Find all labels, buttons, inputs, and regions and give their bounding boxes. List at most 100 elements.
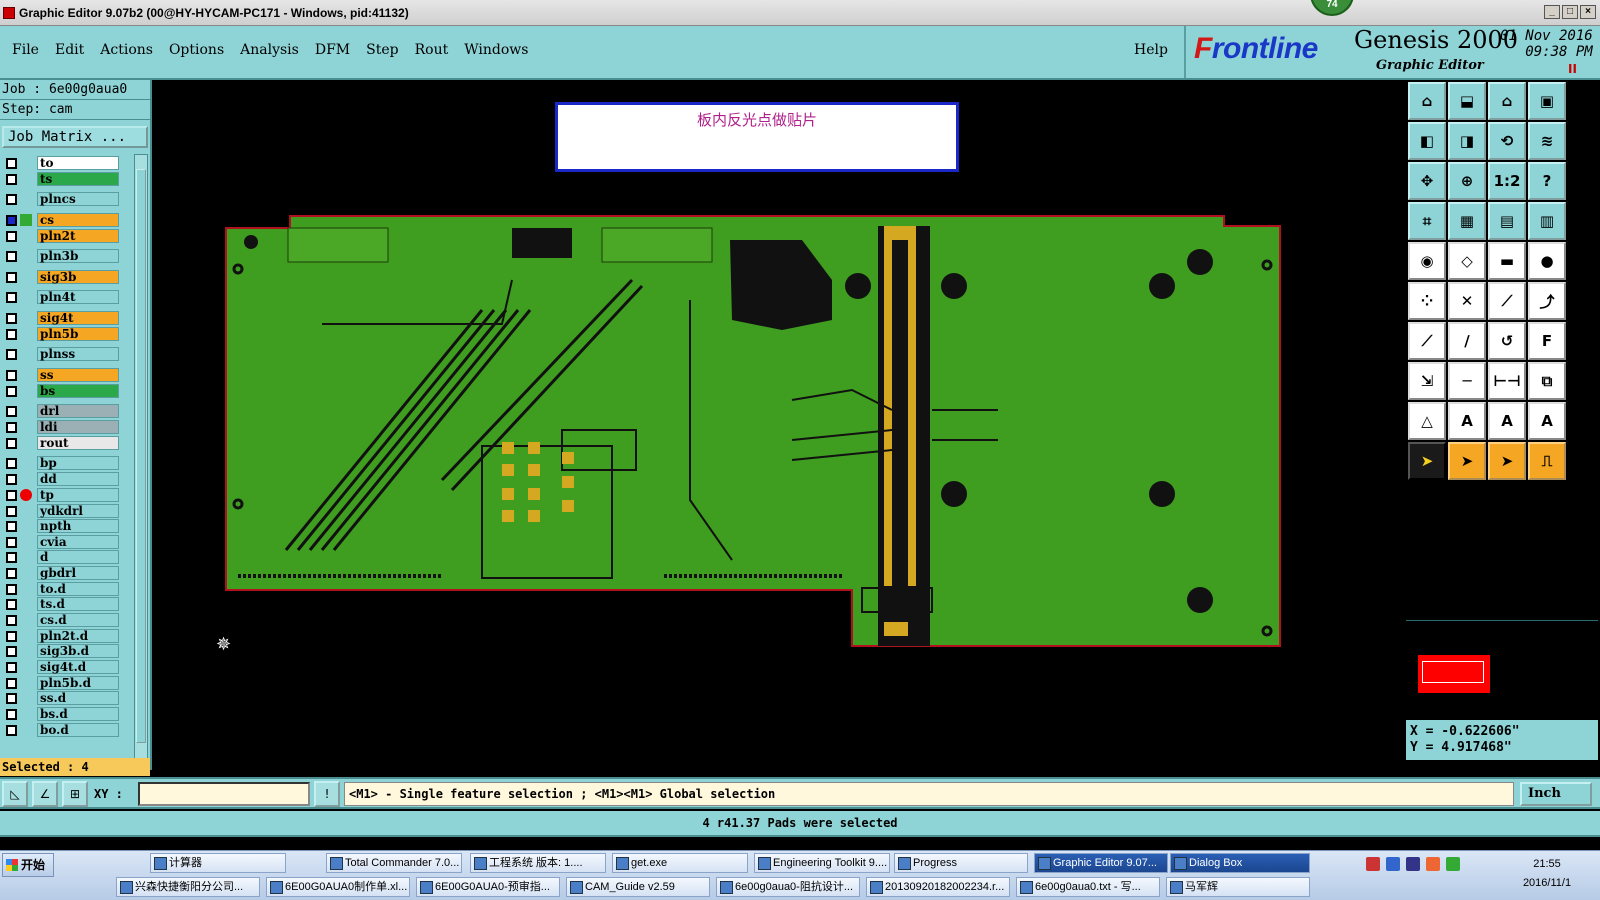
layer-checkbox[interactable] [6, 724, 17, 736]
layer-row-ts-d[interactable]: ts.d [2, 597, 120, 611]
dimension-icon[interactable]: ⊢⊣ [1488, 362, 1526, 400]
snap-icon[interactable]: ◺ [2, 781, 28, 807]
layer-scrollbar[interactable] [134, 154, 148, 762]
layer-name[interactable]: sig4t [37, 311, 119, 325]
task-notepad[interactable]: 6e00g0aua0.txt - 写... [1016, 877, 1160, 897]
layer-row-ss-d[interactable]: ss.d [2, 691, 120, 705]
layer-name[interactable]: plnss [37, 347, 119, 361]
tray-network-icon[interactable] [1386, 857, 1400, 871]
undo-arc-icon[interactable]: ↺ [1488, 322, 1526, 360]
circle-icon[interactable]: ● [1528, 242, 1566, 280]
menu-actions[interactable]: Actions [92, 42, 161, 58]
layer-row-pln2t[interactable]: pln2t [2, 229, 120, 243]
layer-name[interactable]: pln4t [37, 290, 119, 304]
minimize-button[interactable]: _ [1544, 5, 1560, 19]
layer-name[interactable]: pln5b [37, 327, 119, 341]
graphic-canvas[interactable]: 板内反光点做贴片 ✵ [152, 80, 1406, 760]
pointer-icon[interactable]: ➤ [1408, 442, 1446, 480]
layer-checkbox[interactable] [6, 193, 17, 205]
layer-row-pln3b[interactable]: pln3b [2, 249, 120, 263]
route-icon[interactable]: ⎍ [1528, 442, 1566, 480]
pan-left-icon[interactable]: ◧ [1408, 122, 1446, 160]
tray-bluetooth-icon[interactable] [1406, 857, 1420, 871]
layer-name[interactable]: pln3b [37, 249, 119, 263]
layer-row-bs[interactable]: bs [2, 384, 120, 398]
layer-name[interactable]: bs [37, 384, 119, 398]
layer-row-cs[interactable]: cs [2, 213, 120, 227]
layer-row-to-d[interactable]: to.d [2, 582, 120, 596]
job-matrix-button[interactable]: Job Matrix ... [2, 126, 148, 148]
layer-row-sig4t-d[interactable]: sig4t.d [2, 660, 120, 674]
layer-checkbox[interactable] [6, 598, 17, 610]
menu-file[interactable]: File [4, 42, 47, 58]
menu-rout[interactable]: Rout [407, 42, 457, 58]
layer-name[interactable]: bo.d [37, 723, 119, 737]
layer-row-gbdrl[interactable]: gbdrl [2, 566, 120, 580]
layer-checkbox[interactable] [6, 214, 17, 226]
angle-icon[interactable]: ∠ [32, 781, 58, 807]
layer-row-to[interactable]: to [2, 156, 120, 170]
layer-checkbox[interactable] [6, 505, 17, 517]
layer-name[interactable]: d [37, 550, 119, 564]
task-cam-guide[interactable]: CAM_Guide v2.59 [566, 877, 710, 897]
copy-icon[interactable]: ⧉ [1528, 362, 1566, 400]
menu-analysis[interactable]: Analysis [232, 42, 307, 58]
draw-diagonal-icon[interactable]: ∕ [1448, 322, 1486, 360]
fit-icon[interactable]: ✥ [1408, 162, 1446, 200]
layer-checkbox[interactable] [6, 369, 17, 381]
scroll-thumb[interactable] [136, 169, 146, 743]
layer-checkbox[interactable] [6, 473, 17, 485]
layer-row-ss[interactable]: ss [2, 368, 120, 382]
task-graphic-editor[interactable]: Graphic Editor 9.07... [1034, 853, 1168, 873]
draw-line-icon[interactable]: ⟋ [1408, 322, 1446, 360]
layer-name[interactable]: pln5b.d [37, 676, 119, 690]
cross-icon[interactable]: ✕ [1448, 282, 1486, 320]
font-a-icon[interactable]: A [1448, 402, 1486, 440]
layer-checkbox[interactable] [6, 520, 17, 532]
task-excel-sheet[interactable]: 6E00G0AUA0制作单.xl... [266, 877, 410, 897]
horizontal-icon[interactable]: ─ [1448, 362, 1486, 400]
layer-name[interactable]: cs [37, 213, 119, 227]
layer-name[interactable]: bs.d [37, 707, 119, 721]
start-button[interactable]: 开始 [2, 853, 54, 877]
task-engineering-toolkit[interactable]: Engineering Toolkit 9.... [754, 853, 890, 873]
text-icon[interactable]: F [1528, 322, 1566, 360]
taskbar-clock[interactable]: 21:55 2016/11/1 [1504, 855, 1590, 893]
menu-windows[interactable]: Windows [456, 42, 536, 58]
task-review-doc[interactable]: 6E00G0AUA0-预审指... [416, 877, 560, 897]
layer-checkbox[interactable] [6, 457, 17, 469]
layer-checkbox[interactable] [6, 437, 17, 449]
layer-checkbox[interactable] [6, 567, 17, 579]
layer-name[interactable]: rout [37, 436, 119, 450]
layer-checkbox[interactable] [6, 536, 17, 548]
layer-name[interactable]: ts [37, 172, 119, 186]
layer-down-icon[interactable]: ▥ [1528, 202, 1566, 240]
pcb-board-view[interactable] [152, 80, 1406, 760]
tray-update-icon[interactable] [1426, 857, 1440, 871]
layer-row-pln5b[interactable]: pln5b [2, 327, 120, 341]
layer-name[interactable]: pln2t [37, 229, 119, 243]
units-dropdown[interactable]: Inch [1520, 782, 1592, 806]
layer-name[interactable]: tp [37, 488, 119, 502]
layer-checkbox[interactable] [6, 271, 17, 283]
task-impedance-design[interactable]: 6e00g0aua0-阻抗设计... [716, 877, 860, 897]
move-icon[interactable]: ⇲ [1408, 362, 1446, 400]
layer-checkbox[interactable] [6, 328, 17, 340]
tray-volume-icon[interactable] [1446, 857, 1460, 871]
layer-name[interactable]: pln2t.d [37, 629, 119, 643]
layer-up-icon[interactable]: ▤ [1488, 202, 1526, 240]
scale-icon[interactable]: 1:2 [1488, 162, 1526, 200]
close-button[interactable]: × [1580, 5, 1596, 19]
task-user[interactable]: 马军辉 [1166, 877, 1310, 897]
minimap-viewport[interactable] [1418, 655, 1490, 693]
zoom-in-icon[interactable]: ⬓ [1448, 82, 1486, 120]
layer-name[interactable]: plncs [37, 192, 119, 206]
exclamation-icon[interactable]: ! [314, 781, 340, 807]
rotate-icon[interactable]: ⟲ [1488, 122, 1526, 160]
line-icon[interactable]: ⟋ [1488, 282, 1526, 320]
menu-options[interactable]: Options [161, 42, 232, 58]
layer-name[interactable]: ss [37, 368, 119, 382]
ruler-icon[interactable]: ▬ [1488, 242, 1526, 280]
layer-row-bp[interactable]: bp [2, 456, 120, 470]
layer-checkbox[interactable] [6, 421, 17, 433]
